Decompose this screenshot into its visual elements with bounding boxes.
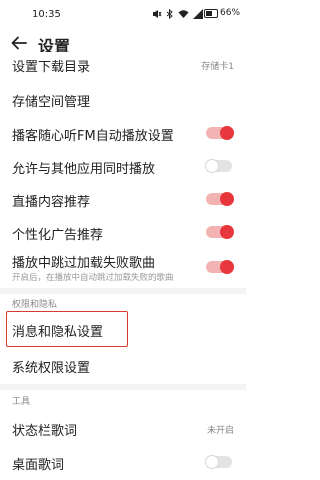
- mute-icon: [153, 10, 162, 18]
- toggle-switch[interactable]: [206, 126, 234, 140]
- setting-label: 设置下载目录: [12, 60, 91, 75]
- status-icons: [152, 8, 203, 20]
- toggle-switch[interactable]: [206, 192, 234, 206]
- setting-value: 存储卡1: [201, 62, 234, 72]
- setting-label: 存储空间管理: [12, 95, 91, 110]
- section-title-tools: 工具: [12, 397, 31, 407]
- section-divider: [0, 288, 246, 294]
- back-arrow-icon[interactable]: [10, 34, 28, 52]
- battery-level: 66%: [220, 8, 241, 18]
- setting-label: 播放中跳过加载失败歌曲: [12, 256, 156, 271]
- setting-description: 开启后，在播放中自动跳过加载失败的歌曲: [12, 273, 174, 283]
- setting-row-storage[interactable]: 存储空间管理: [0, 88, 246, 112]
- setting-label: 允许与其他应用同时播放: [12, 162, 156, 177]
- status-bar: 10:35 66%: [0, 0, 246, 26]
- battery-icon: [204, 8, 218, 18]
- signal-icon: [193, 9, 203, 19]
- section-title-privacy: 权限和隐私: [12, 300, 58, 310]
- setting-row-statusbar-lyrics[interactable]: 状态栏歌词 未开启: [0, 417, 246, 441]
- setting-value: 未开启: [206, 426, 234, 436]
- wifi-icon: [178, 10, 189, 18]
- setting-label: 桌面歌词: [12, 458, 65, 473]
- setting-row-ad-recommend[interactable]: 个性化广告推荐: [0, 221, 246, 245]
- status-time: 10:35: [32, 9, 61, 20]
- setting-row-skip-failed[interactable]: 播放中跳过加载失败歌曲 开启后，在播放中自动跳过加载失败的歌曲: [0, 252, 246, 286]
- battery-indicator: 66%: [204, 8, 240, 18]
- setting-label: 状态栏歌词: [12, 424, 78, 439]
- toggle-switch[interactable]: [206, 225, 234, 239]
- header-mask: [0, 52, 246, 58]
- setting-row-live-recommend[interactable]: 直播内容推荐: [0, 188, 246, 212]
- setting-label: 播客随心听FM自动播放设置: [12, 129, 174, 144]
- bluetooth-icon: [166, 9, 173, 19]
- toggle-switch[interactable]: [205, 455, 232, 469]
- setting-label: 直播内容推荐: [12, 195, 91, 210]
- section-divider: [0, 384, 246, 390]
- setting-row-system-permission[interactable]: 系统权限设置: [0, 354, 246, 378]
- setting-row-desktop-lyrics[interactable]: 桌面歌词: [0, 451, 246, 475]
- setting-row-mix-playback[interactable]: 允许与其他应用同时播放: [0, 155, 246, 179]
- highlight-box: [6, 311, 128, 347]
- toggle-switch[interactable]: [206, 260, 234, 274]
- toggle-switch[interactable]: [205, 159, 232, 173]
- setting-row-podcast-fm[interactable]: 播客随心听FM自动播放设置: [0, 122, 246, 146]
- setting-label: 个性化广告推荐: [12, 228, 104, 243]
- setting-label: 系统权限设置: [12, 361, 91, 376]
